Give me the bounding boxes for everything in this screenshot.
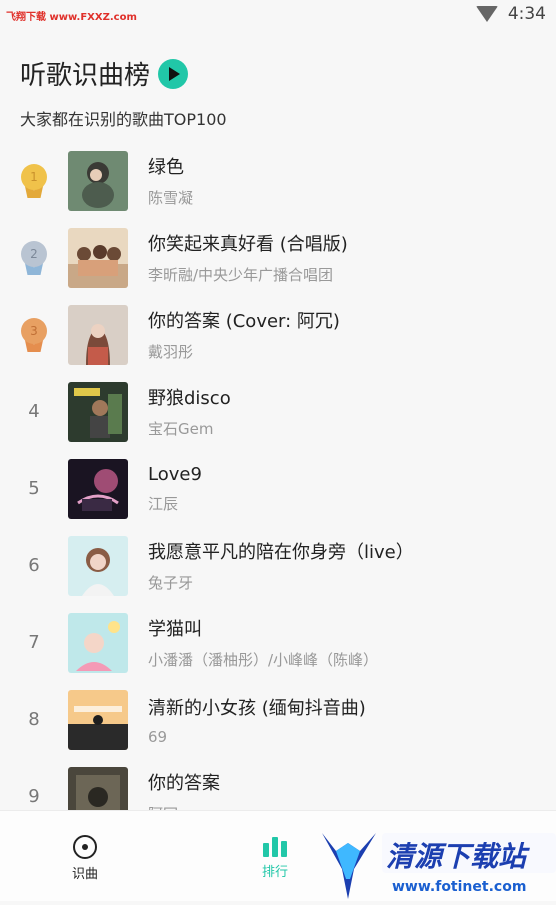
silver-medal-icon: 2 — [21, 240, 47, 275]
bottom-nav: 识曲 排行 清源下载站 www.fotinet.com — [0, 810, 556, 901]
nav-identify-label: 识曲 — [72, 867, 99, 882]
rank-badge: 2 — [0, 240, 68, 275]
song-row[interactable]: 6 我愿意平凡的陪在你身旁（live） 兔子牙 — [0, 527, 556, 604]
song-row[interactable]: 5 Love9 江辰 — [0, 450, 556, 527]
song-title: 学猫叫 — [148, 619, 202, 640]
song-artist: 江辰 — [148, 494, 179, 513]
song-title: 我愿意平凡的陪在你身旁（live） — [148, 542, 414, 563]
nav-ranking[interactable]: 排行 — [262, 835, 288, 880]
gold-medal-icon: 1 — [21, 163, 47, 198]
music-disc-icon — [73, 835, 97, 859]
page-title: 听歌识曲榜 — [20, 61, 151, 91]
chart-header: 听歌识曲榜 大家都在识别的歌曲TOP100 — [20, 55, 227, 130]
song-title: 绿色 — [148, 157, 184, 178]
album-cover — [68, 150, 128, 211]
song-row[interactable]: 8 清新的小女孩 (缅甸抖音曲) 69 — [0, 681, 556, 758]
song-artist: 小潘潘（潘柚彤）/小峰峰（陈峰） — [148, 651, 379, 669]
song-row[interactable]: 7 学猫叫 小潘潘（潘柚彤）/小峰峰（陈峰） — [0, 604, 556, 681]
song-title: Love9 — [148, 463, 202, 485]
song-title: 你笑起来真好看 (合唱版) — [148, 234, 348, 255]
song-artist: 宝石Gem — [148, 420, 214, 438]
rank-number: 8 — [28, 709, 40, 730]
album-cover — [68, 535, 128, 596]
page-subtitle: 大家都在识别的歌曲TOP100 — [20, 110, 227, 129]
song-row[interactable]: 4 野狼disco 宝石Gem — [0, 373, 556, 450]
song-artist: 兔子牙 — [148, 574, 194, 592]
rank-number: 4 — [28, 401, 40, 422]
rank-number: 5 — [28, 478, 40, 499]
song-list: 1 绿色 陈雪凝 2 你笑起来真好看 (合唱版) 李昕融/中央少年广播合唱团 3… — [0, 142, 556, 835]
rank-number: 6 — [28, 555, 40, 576]
ranking-icon — [263, 835, 287, 857]
song-row[interactable]: 3 你的答案 (Cover: 阿冗) 戴羽彤 — [0, 296, 556, 373]
play-icon — [169, 66, 181, 81]
watermark-url: www.fotinet.com — [392, 879, 527, 895]
rank-badge: 3 — [0, 317, 68, 352]
album-cover — [68, 381, 128, 442]
album-cover — [68, 458, 128, 519]
nav-ranking-label: 排行 — [262, 865, 289, 880]
song-row[interactable]: 2 你笑起来真好看 (合唱版) 李昕融/中央少年广播合唱团 — [0, 219, 556, 296]
status-bar: 飞翔下载 www.FXXZ.com 4:34 — [0, 0, 556, 26]
watermark-logo-text: 清源下载站 — [386, 840, 527, 873]
song-title: 野狼disco — [148, 388, 231, 409]
bronze-medal-icon: 3 — [21, 317, 47, 352]
song-title: 你的答案 — [148, 773, 220, 794]
album-cover — [68, 304, 128, 365]
album-cover — [68, 612, 128, 673]
watermark-logo: 清源下载站 www.fotinet.com — [320, 829, 556, 901]
play-all-button[interactable] — [158, 58, 189, 89]
song-artist: 69 — [148, 727, 168, 746]
rank-number: 9 — [28, 786, 40, 807]
status-time: 4:34 — [507, 4, 546, 24]
rank-badge: 1 — [0, 163, 68, 198]
song-artist: 戴羽彤 — [148, 343, 194, 361]
song-artist: 陈雪凝 — [148, 189, 194, 207]
song-artist: 李昕融/中央少年广播合唱团 — [148, 266, 334, 284]
album-cover — [68, 227, 128, 288]
rank-number: 7 — [28, 632, 40, 653]
wifi-icon — [475, 6, 498, 22]
watermark-text: 飞翔下载 www.FXXZ.com — [6, 12, 137, 23]
album-cover — [68, 689, 128, 750]
song-title: 清新的小女孩 (缅甸抖音曲) — [148, 697, 366, 719]
song-title: 你的答案 (Cover: 阿冗) — [148, 311, 340, 332]
nav-identify[interactable]: 识曲 — [72, 835, 98, 882]
song-row[interactable]: 1 绿色 陈雪凝 — [0, 142, 556, 219]
